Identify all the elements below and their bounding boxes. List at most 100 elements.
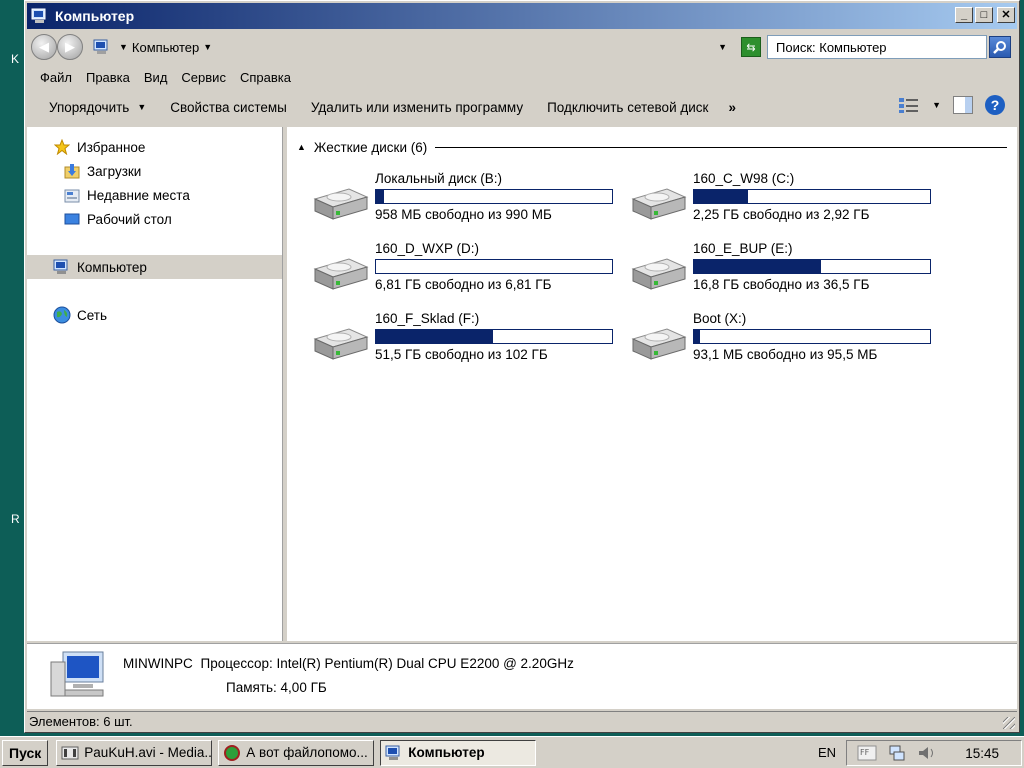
- drive-name: 160_E_BUP (E:): [693, 241, 793, 256]
- drive-item[interactable]: Локальный диск (B:) 958 МБ свободно из 99…: [309, 171, 619, 231]
- preview-pane-icon[interactable]: [953, 96, 973, 114]
- view-dropdown-icon[interactable]: ▼: [932, 100, 941, 110]
- drive-usage-bar: [693, 189, 931, 204]
- hard-disks-group-header[interactable]: ▲ Жесткие диски (6): [297, 137, 1007, 157]
- hard-disk-icon: [309, 325, 369, 363]
- hard-disk-icon: [309, 255, 369, 293]
- computer-icon: [385, 745, 400, 760]
- language-indicator[interactable]: EN: [818, 745, 836, 760]
- map-network-drive-button[interactable]: Подключить сетевой диск: [535, 100, 720, 115]
- drive-usage-fill: [694, 330, 700, 343]
- menu-edit[interactable]: Правка: [79, 70, 137, 85]
- navigation-pane: Избранное Загрузки Недавние места Рабочи…: [27, 127, 283, 641]
- taskbar-item-browser[interactable]: А вот файлопомо...: [218, 739, 375, 766]
- drive-usage-bar: [693, 329, 931, 344]
- taskbar-item-computer-label: Компьютер: [408, 745, 485, 760]
- more-commands-button[interactable]: »: [720, 100, 744, 115]
- network-tray-icon[interactable]: [887, 744, 907, 762]
- change-view-icon[interactable]: [898, 96, 920, 114]
- system-properties-button[interactable]: Свойства системы: [158, 100, 299, 115]
- computer-name: MINWINPC: [123, 656, 193, 671]
- computer-icon: [93, 39, 108, 54]
- drive-item[interactable]: 160_E_BUP (E:) 16,8 ГБ свободно из 36,5 Г…: [627, 241, 937, 301]
- nav-favorites[interactable]: Избранное: [27, 135, 282, 159]
- nav-favorites-label: Избранное: [77, 139, 146, 155]
- drive-usage-bar: [375, 329, 613, 344]
- computer-icon: [31, 8, 46, 23]
- desktop-icon: [63, 211, 81, 227]
- menu-view[interactable]: Вид: [137, 70, 175, 85]
- drive-name: Локальный диск (B:): [375, 171, 503, 186]
- address-path[interactable]: Компьютер: [132, 40, 199, 55]
- drive-usage-bar: [375, 259, 613, 274]
- recent-places-icon: [63, 187, 81, 203]
- ff-tray-icon[interactable]: FF: [857, 744, 877, 762]
- nav-computer-label: Компьютер: [77, 259, 147, 275]
- computer-details-line: MINWINPC Процессор: Intel(R) Pentium(R) …: [123, 656, 574, 671]
- menu-tools[interactable]: Сервис: [174, 70, 233, 85]
- nav-desktop[interactable]: Рабочий стол: [27, 207, 282, 231]
- downloads-folder-icon: [63, 163, 81, 179]
- back-button[interactable]: ◀: [31, 34, 57, 60]
- organize-button[interactable]: Упорядочить ▼: [37, 100, 158, 115]
- taskbar-item-computer[interactable]: Компьютер: [380, 739, 537, 766]
- drive-item[interactable]: 160_F_Sklad (F:) 51,5 ГБ свободно из 102 …: [309, 311, 619, 371]
- status-bar: Элементов: 6 шт.: [27, 711, 1017, 731]
- drive-name: 160_D_WXP (D:): [375, 241, 480, 256]
- drive-usage-bar: [693, 259, 931, 274]
- menu-help[interactable]: Справка: [233, 70, 298, 85]
- title-bar[interactable]: Компьютер _ □ ✕: [27, 3, 1017, 29]
- drive-usage-fill: [694, 190, 749, 203]
- hard-disk-icon: [627, 325, 687, 363]
- maximize-button[interactable]: □: [975, 7, 993, 23]
- drive-name: Boot (X:): [693, 311, 747, 326]
- nav-network[interactable]: Сеть: [27, 303, 282, 327]
- details-pane: MINWINPC Процессор: Intel(R) Pentium(R) …: [27, 643, 1017, 709]
- computer-icon: [50, 651, 104, 697]
- group-title: Жесткие диски (6): [313, 139, 428, 155]
- taskbar: Пуск PauKuH.avi - Media... А вот файлопо…: [0, 736, 1024, 768]
- drive-item[interactable]: Boot (X:) 93,1 МБ свободно из 95,5 МБ: [627, 311, 937, 371]
- drive-free-space: 16,8 ГБ свободно из 36,5 ГБ: [693, 277, 870, 292]
- clock[interactable]: 15:45: [965, 746, 999, 761]
- nav-downloads[interactable]: Загрузки: [27, 159, 282, 183]
- resize-grip[interactable]: [1003, 717, 1015, 729]
- star-icon: [53, 139, 71, 155]
- svg-text:FF: FF: [860, 748, 870, 757]
- drive-name: 160_C_W98 (C:): [693, 171, 795, 186]
- drive-free-space: 6,81 ГБ свободно из 6,81 ГБ: [375, 277, 552, 292]
- desktop-letter-bottom: R: [11, 512, 20, 526]
- breadcrumb-chevron-icon[interactable]: ▼: [203, 42, 212, 52]
- chevron-down-icon: ▼: [137, 102, 147, 112]
- help-icon[interactable]: ?: [985, 95, 1005, 115]
- hard-disk-icon: [627, 255, 687, 293]
- drive-item[interactable]: 160_D_WXP (D:) 6,81 ГБ свободно из 6,81 Г…: [309, 241, 619, 301]
- breadcrumb-arrow-icon[interactable]: ▼: [119, 42, 128, 52]
- computer-icon: [53, 259, 71, 275]
- drive-item[interactable]: 160_C_W98 (C:) 2,25 ГБ свободно из 2,92 Г…: [627, 171, 937, 231]
- refresh-button[interactable]: ⇆: [741, 37, 761, 57]
- address-dropdown-icon[interactable]: ▼: [718, 42, 727, 52]
- start-button[interactable]: Пуск: [2, 739, 49, 766]
- menu-bar: Файл Правка Вид Сервис Справка: [27, 65, 1017, 89]
- volume-icon[interactable]: [917, 744, 937, 762]
- content-area: ▲ Жесткие диски (6) Локальный диск (B:) 9…: [287, 127, 1017, 641]
- close-button[interactable]: ✕: [997, 7, 1015, 23]
- minimize-button[interactable]: _: [955, 7, 973, 23]
- collapse-triangle-icon[interactable]: ▲: [297, 142, 306, 152]
- system-tray: FF 15:45: [846, 740, 1022, 766]
- nav-computer[interactable]: Компьютер: [27, 255, 282, 279]
- refresh-icon: ⇆: [746, 41, 756, 54]
- drive-usage-fill: [694, 260, 822, 273]
- nav-recent-places[interactable]: Недавние места: [27, 183, 282, 207]
- drive-usage-bar: [375, 189, 613, 204]
- forward-button[interactable]: ▶: [57, 34, 83, 60]
- search-input[interactable]: Поиск: Компьютер: [767, 35, 987, 59]
- taskbar-item-media[interactable]: PauKuH.avi - Media...: [56, 739, 213, 766]
- hard-disk-icon: [627, 185, 687, 223]
- menu-file[interactable]: Файл: [33, 70, 79, 85]
- address-row: ◀ ▶ ▼ Компьютер ▼ ▼ ⇆ Поиск: Компьютер: [27, 31, 1017, 63]
- search-button[interactable]: [989, 36, 1011, 58]
- uninstall-program-button[interactable]: Удалить или изменить программу: [299, 100, 535, 115]
- address-bar[interactable]: ▼ Компьютер ▼ ▼: [93, 35, 733, 59]
